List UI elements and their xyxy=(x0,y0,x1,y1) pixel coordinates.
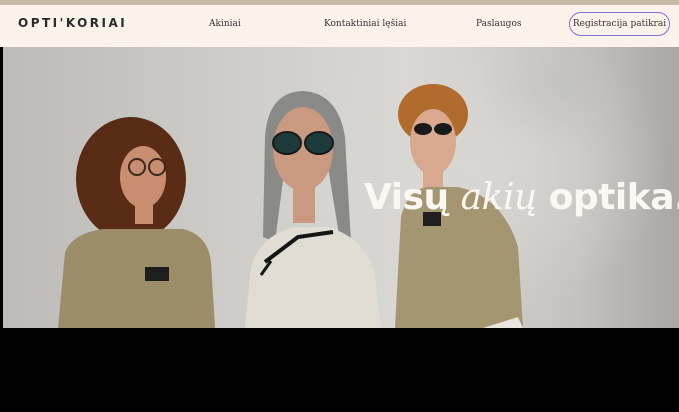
headline-word-2: optika. xyxy=(548,177,679,218)
content-area-blank xyxy=(0,328,679,412)
headline-word-italic: akių xyxy=(460,177,537,218)
hero-headline: Visų akių optika. xyxy=(364,177,679,218)
nav-link-akiniai[interactable]: Akiniai xyxy=(209,19,241,29)
nav-link-paslaugos[interactable]: Paslaugos xyxy=(476,19,521,29)
logo[interactable]: OPTI'KORIAI xyxy=(18,16,127,30)
nav-link-kontaktiniai-lesiai[interactable]: Kontaktiniai lęšiai xyxy=(324,19,406,29)
model-left xyxy=(58,117,215,328)
hero-banner: Visų akių optika. xyxy=(3,47,679,328)
headline-word-1: Visų xyxy=(364,177,449,218)
site-header: OPTI'KORIAI Akiniai Kontaktiniai lęšiai … xyxy=(0,0,679,47)
model-center xyxy=(245,91,381,328)
registration-button[interactable]: Registracija patikrai xyxy=(569,12,670,36)
